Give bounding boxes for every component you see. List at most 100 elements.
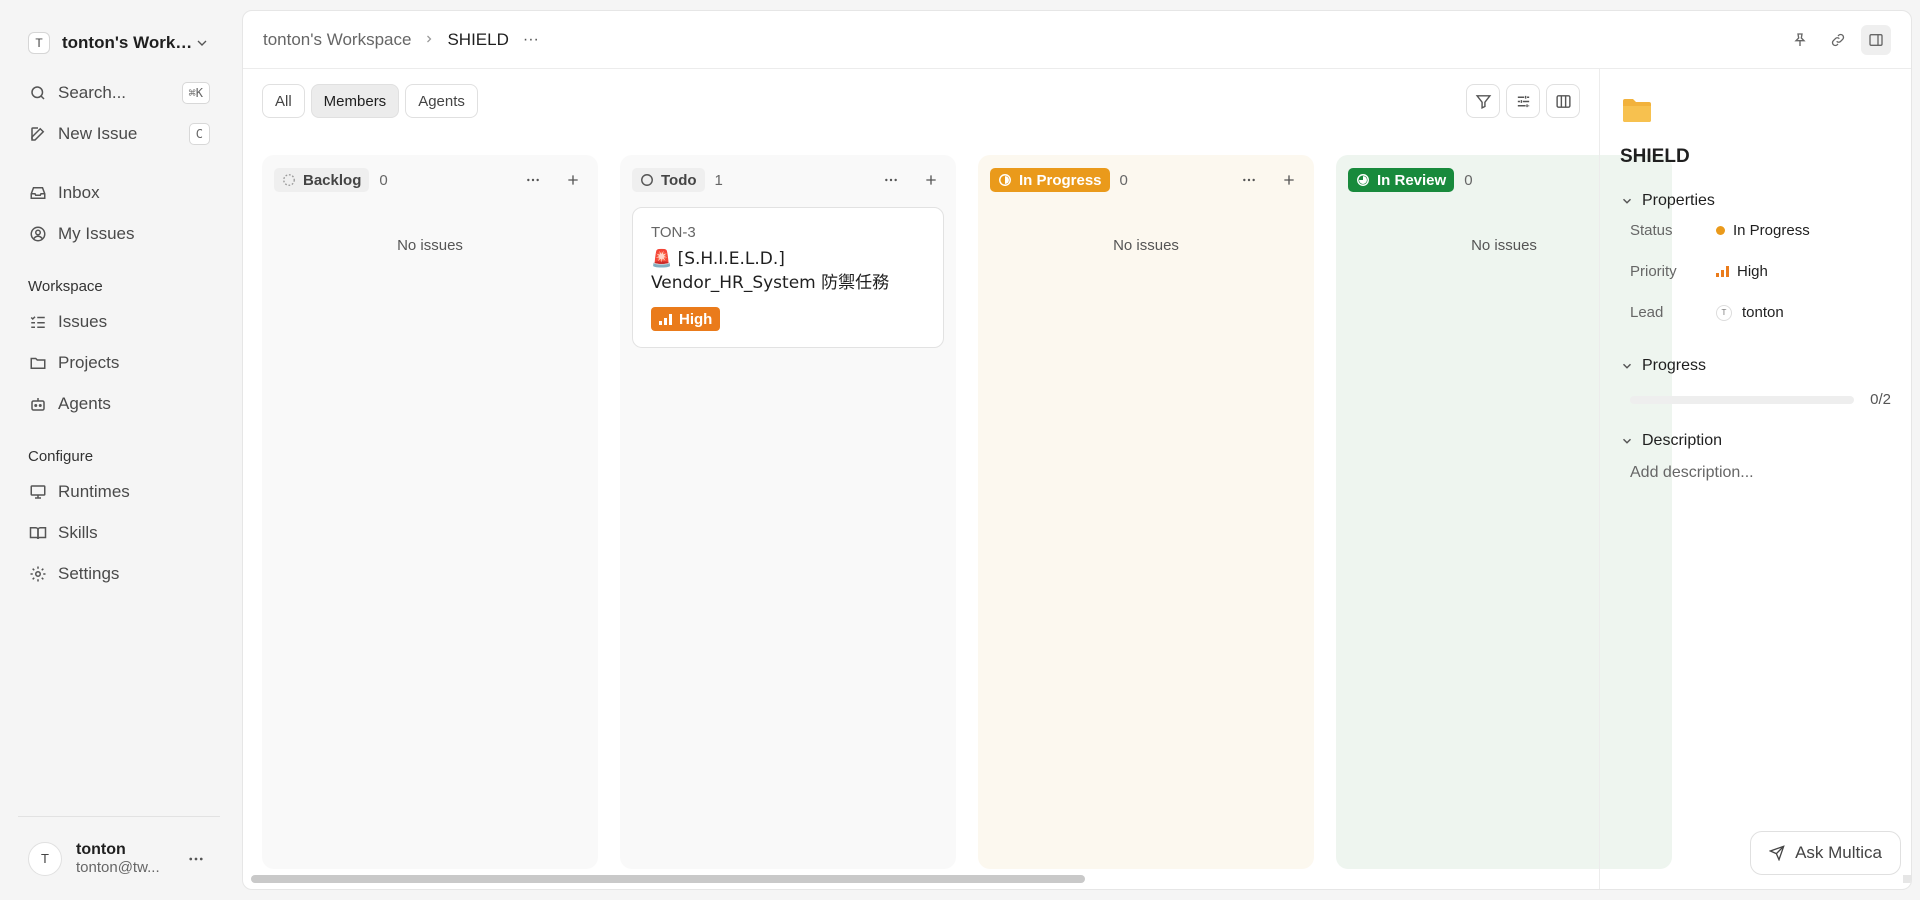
priority-bars-icon [659, 313, 672, 325]
section-heading: Description [1642, 432, 1723, 449]
property-label: Status [1630, 222, 1673, 239]
lead-select[interactable]: T tonton [1716, 304, 1784, 321]
filter-all-button[interactable]: All [262, 84, 305, 118]
sidebar-item-issues[interactable]: Issues [18, 303, 220, 341]
chevron-down-icon [1622, 198, 1632, 204]
sidebar-item-my-issues[interactable]: My Issues [18, 215, 220, 253]
horizontal-scrollbar[interactable] [243, 875, 1599, 883]
filter-agents-button[interactable]: Agents [405, 84, 478, 118]
lead-value: tonton [1742, 304, 1784, 321]
user-circle-icon [28, 224, 48, 244]
column-header: Todo 1 [632, 167, 944, 193]
description-input[interactable]: Add description... [1620, 464, 1891, 482]
board-area: All Members Agents Backlog 0 No issues T… [243, 69, 1672, 889]
priority-value: High [1737, 263, 1768, 280]
breadcrumb-workspace[interactable]: tonton's Workspace [263, 30, 411, 50]
filter-members-button[interactable]: Members [310, 84, 400, 118]
chevron-down-icon [1622, 363, 1632, 369]
properties-section-toggle[interactable]: Properties [1620, 192, 1891, 210]
avatar: T [28, 841, 62, 876]
sidebar-item-inbox[interactable]: Inbox [18, 174, 220, 212]
view-tools [1466, 84, 1580, 118]
status-select[interactable]: In Progress [1716, 222, 1810, 239]
description-section-toggle[interactable]: Description [1620, 432, 1891, 450]
empty-state: No issues [1113, 237, 1179, 254]
sidebar-item-agents[interactable]: Agents [18, 385, 220, 423]
empty-state: No issues [397, 237, 463, 254]
sidebar-item-skills[interactable]: Skills [18, 514, 220, 552]
progress-bar [1630, 395, 1855, 404]
sidebar-item-label: Skills [58, 523, 98, 542]
search-label: Search... [58, 83, 127, 102]
user-info: tonton tonton@tw... [76, 841, 182, 876]
sliders-icon[interactable] [1506, 84, 1540, 118]
workspace-name: tonton's Workspace [62, 33, 194, 52]
inbox-icon [28, 183, 48, 203]
siren-icon: 🚨 [651, 249, 673, 269]
folder-icon [1623, 99, 1651, 122]
column-menu-button[interactable] [878, 167, 904, 193]
new-issue-shortcut: C [188, 123, 210, 145]
search-icon [28, 83, 48, 103]
status-value: In Progress [1733, 222, 1810, 239]
scrollbar-thumb[interactable] [251, 875, 1085, 883]
search-shortcut: ⌘K [181, 82, 210, 104]
workspace-switcher[interactable]: T tonton's Workspace [18, 22, 220, 64]
column-label: Backlog [303, 171, 362, 189]
priority-select[interactable]: High [1716, 263, 1768, 280]
pin-icon[interactable] [1785, 25, 1815, 55]
avatar: T [1716, 304, 1732, 321]
priority-bars-icon [1716, 266, 1729, 277]
project-more-button[interactable]: ··· [523, 31, 539, 49]
send-icon [1769, 845, 1785, 861]
monitor-icon [28, 482, 48, 502]
status-badge: In Progress [990, 168, 1110, 192]
property-status: Status In Progress [1620, 210, 1891, 251]
columns-icon[interactable] [1546, 84, 1580, 118]
column-label: Todo [661, 171, 697, 189]
column-menu-button[interactable] [1236, 167, 1262, 193]
sidebar-item-settings[interactable]: Settings [18, 555, 220, 593]
issue-title: 🚨 [S.H.I.E.L.D.] Vendor_HR_System 防禦任務 [651, 247, 927, 295]
workspace-avatar: T [28, 32, 50, 54]
column-backlog: Backlog 0 No issues [262, 155, 598, 869]
filter-icon[interactable] [1466, 84, 1500, 118]
user-menu[interactable]: T tonton tonton@tw... [18, 816, 220, 900]
project-detail-panel: SHIELD Properties Status In Progress Pri… [1599, 69, 1911, 889]
more-horizontal-icon[interactable] [182, 845, 210, 873]
sidebar-item-label: My Issues [58, 224, 135, 243]
column-menu-button[interactable] [520, 167, 546, 193]
issue-id: TON-3 [651, 224, 696, 241]
progress-section-toggle[interactable]: Progress [1620, 357, 1891, 375]
link-icon[interactable] [1823, 25, 1853, 55]
bot-icon [28, 394, 48, 414]
project-title[interactable]: SHIELD [1620, 146, 1891, 168]
sidebar-item-label: Projects [58, 353, 120, 372]
new-issue-label: New Issue [58, 124, 138, 143]
progress-row: 0/2 [1620, 391, 1891, 408]
resize-handle[interactable] [1903, 875, 1911, 883]
in-review-status-icon [1357, 174, 1369, 186]
board-columns: Backlog 0 No issues Todo 1 TON-3 🚨 [S.H.… [262, 155, 1672, 869]
sidebar-item-runtimes[interactable]: Runtimes [18, 473, 220, 511]
gear-icon [28, 564, 48, 584]
issue-card[interactable]: TON-3 🚨 [S.H.I.E.L.D.] Vendor_HR_System … [632, 207, 944, 348]
book-open-icon [28, 523, 48, 543]
panel-right-icon[interactable] [1861, 24, 1891, 55]
chevron-down-icon [194, 35, 210, 51]
sidebar-item-label: Agents [58, 394, 111, 413]
sidebar: T tonton's Workspace Search... ⌘K New Is… [0, 0, 238, 900]
add-issue-button[interactable] [918, 167, 944, 193]
add-issue-button[interactable] [560, 167, 586, 193]
new-issue-button[interactable]: New Issue C [18, 115, 220, 153]
ask-multica-button[interactable]: Ask Multica [1750, 831, 1901, 875]
add-issue-button[interactable] [1276, 167, 1302, 193]
sidebar-item-projects[interactable]: Projects [18, 344, 220, 382]
sidebar-item-label: Issues [58, 312, 108, 331]
sidebar-item-label: Settings [58, 564, 120, 583]
column-count: 0 [1119, 171, 1128, 189]
section-workspace: Workspace [28, 277, 103, 295]
search-button[interactable]: Search... ⌘K [18, 74, 220, 112]
column-label: In Review [1377, 171, 1447, 189]
priority-badge: High [651, 307, 721, 331]
